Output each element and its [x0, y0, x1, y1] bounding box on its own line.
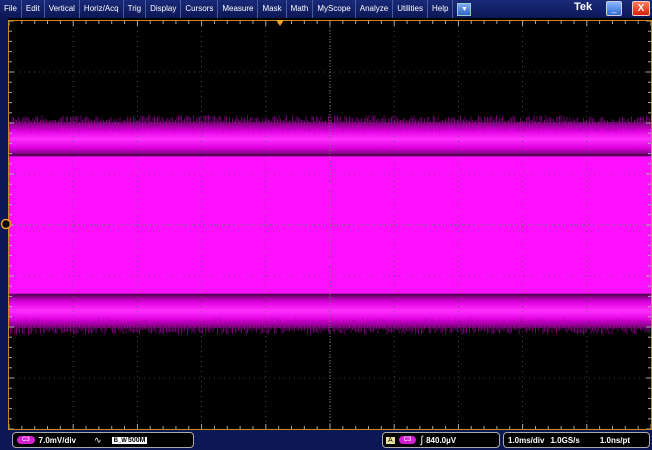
- channel-badge: C3: [17, 436, 35, 444]
- menu-measure[interactable]: Measure: [218, 0, 258, 18]
- ground-marker-icon[interactable]: [2, 220, 11, 229]
- bandwidth-value: 500M: [128, 437, 146, 444]
- channel-readout[interactable]: C3 7.0mV/div ∿ B_W500M: [12, 432, 194, 448]
- bandwidth-prefix: B_W: [114, 438, 127, 444]
- menu-math[interactable]: Math: [287, 0, 314, 18]
- horizontal-readout[interactable]: 1.0ms/div 1.0GS/s 1.0ns/pt: [503, 432, 650, 448]
- menu-cursors[interactable]: Cursors: [181, 0, 218, 18]
- close-button[interactable]: X: [632, 1, 650, 16]
- horizontal-scale: 1.0ms/div: [508, 436, 544, 445]
- menu-trig[interactable]: Trig: [124, 0, 146, 18]
- menu-myscope[interactable]: MyScope: [313, 0, 355, 18]
- rising-edge-icon: ∫: [420, 435, 423, 446]
- trigger-badge: A: [386, 437, 395, 444]
- resolution: 1.0ns/pt: [600, 436, 630, 445]
- waveform-display[interactable]: [8, 20, 652, 430]
- menu-dropdown-button[interactable]: ▼: [457, 3, 471, 16]
- trigger-level: 840.0µV: [426, 436, 456, 445]
- menu-display[interactable]: Display: [146, 0, 181, 18]
- menu-vertical[interactable]: Vertical: [45, 0, 80, 18]
- menu-help[interactable]: Help: [428, 0, 453, 18]
- menu-utilities[interactable]: Utilities: [393, 0, 428, 18]
- minimize-button[interactable]: _: [606, 1, 622, 16]
- menu-horizacq[interactable]: Horiz/Acq: [80, 0, 124, 18]
- status-bar: C3 7.0mV/div ∿ B_W500M A C3 ∫ 840.0µV 1.…: [0, 430, 652, 450]
- tek-logo: Tek: [574, 1, 592, 13]
- coupling-icon: ∿: [94, 435, 102, 446]
- sample-rate: 1.0GS/s: [550, 436, 579, 445]
- trigger-source: C3: [399, 436, 417, 444]
- channel-ground-marker[interactable]: [0, 0, 16, 450]
- graticule-svg: [9, 21, 651, 429]
- menu-mask[interactable]: Mask: [258, 0, 286, 18]
- menu-analyze[interactable]: Analyze: [356, 0, 393, 18]
- bandwidth-limit: B_W500M: [112, 437, 148, 444]
- trigger-readout[interactable]: A C3 ∫ 840.0µV: [382, 432, 500, 448]
- menu-edit[interactable]: Edit: [22, 0, 45, 18]
- menu-bar: File Edit Vertical Horiz/Acq Trig Display Curs…: [0, 0, 652, 18]
- vertical-scale: 7.0mV/div: [39, 436, 76, 445]
